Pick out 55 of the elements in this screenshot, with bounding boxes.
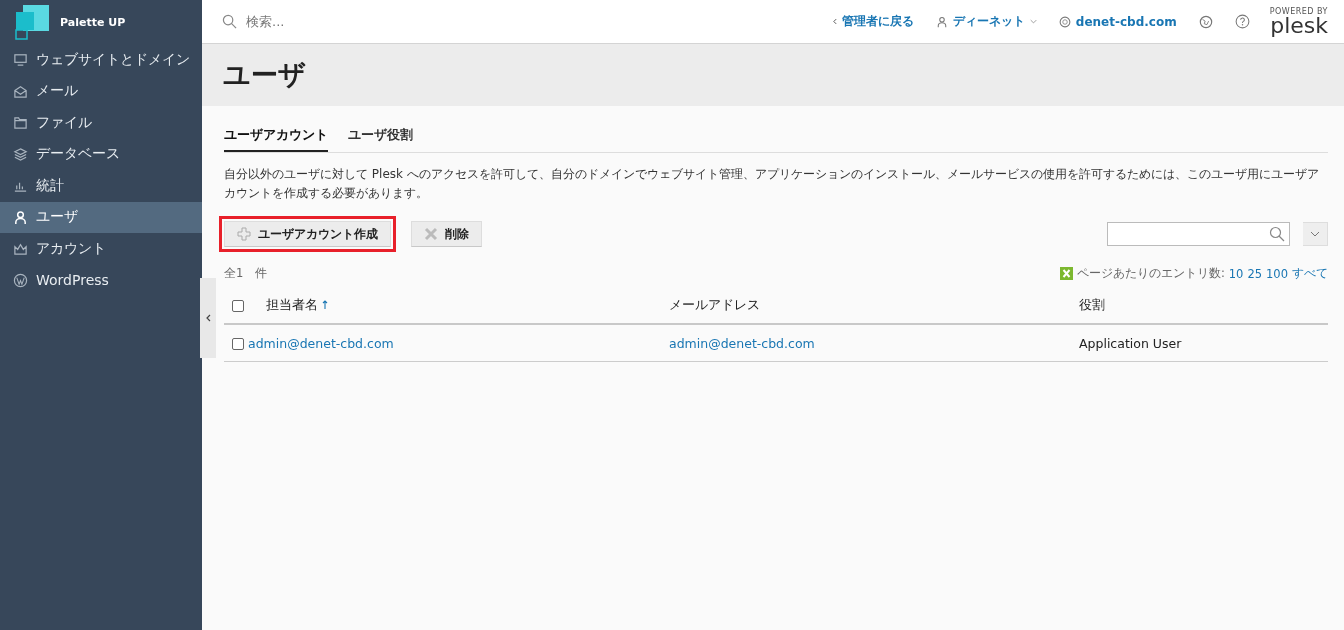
tab[interactable]: ユーザアカウント — [224, 124, 328, 152]
monitor-icon — [13, 52, 28, 68]
search-field[interactable]: 検索... — [244, 13, 448, 30]
search-icon — [222, 14, 237, 29]
page-title: ユーザ — [223, 58, 306, 92]
folder-icon — [13, 115, 28, 131]
table-link[interactable]: admin@denet-cbd.com — [248, 335, 394, 351]
plus-icon — [237, 227, 251, 241]
per-page-label: ページあたりのエントリ数: — [1076, 266, 1225, 281]
tab[interactable]: ユーザ役割 — [348, 124, 413, 152]
column-header[interactable]: 役割 — [1079, 297, 1105, 312]
sidebar-item[interactable]: ユーザ — [0, 201, 202, 233]
logo-icon — [14, 4, 50, 40]
column-header[interactable]: メールアドレス — [669, 297, 760, 312]
row-checkbox[interactable] — [232, 338, 244, 350]
envelope-icon — [13, 83, 28, 99]
sidebar-item[interactable]: アカウント — [0, 233, 202, 265]
column-header[interactable]: 担当者名 — [266, 297, 328, 312]
layers-icon — [13, 146, 28, 162]
excel-icon[interactable] — [1059, 267, 1073, 280]
chevron-left-icon — [832, 18, 837, 25]
page-size-link[interactable]: すべて — [1292, 266, 1328, 281]
table-link[interactable]: admin@denet-cbd.com — [669, 335, 815, 351]
total-count: 全1 件 — [224, 266, 268, 281]
search-icon — [1269, 226, 1285, 242]
description-text: 自分以外のユーザに対して Plesk へのアクセスを許可して、自分のドメインでウェブサイト管理、アプリケーションのインストール、メールサービスの使用を許可するためには、このユーザ用にユーザアカウントを作成する必要があります。 — [224, 166, 1320, 202]
user-icon — [13, 209, 28, 225]
chevron-down-icon — [1029, 19, 1037, 24]
wordpress-icon — [13, 272, 28, 288]
help-icon[interactable] — [1234, 14, 1250, 29]
crown-icon — [13, 241, 28, 257]
sidebar-item[interactable]: メール — [0, 75, 202, 107]
user-menu[interactable]: ディーネット — [935, 13, 1037, 30]
plesk-logo: plesk — [1270, 16, 1328, 36]
sidebar-item[interactable]: WordPress — [0, 264, 202, 296]
list-search-field[interactable] — [1107, 222, 1290, 246]
table-cell: Application User — [1079, 335, 1182, 351]
brand-name: Palette UP — [60, 15, 126, 29]
user-icon — [935, 15, 948, 28]
sidebar-item[interactable]: ファイル — [0, 107, 202, 139]
page-size-link[interactable]: 25 — [1247, 266, 1263, 281]
x-icon — [424, 227, 438, 241]
chevron-left-icon — [205, 314, 211, 322]
delete-button[interactable]: 削除 — [411, 221, 482, 247]
back-link[interactable]: 管理者に戻る — [832, 13, 914, 30]
sidebar-item[interactable]: 統計 — [0, 170, 202, 202]
page-size-link[interactable]: 100 — [1266, 266, 1288, 281]
chevron-down-icon — [1310, 231, 1320, 237]
powered-by-label: POWERED BY — [1269, 7, 1328, 16]
select-all-checkbox[interactable] — [232, 299, 244, 312]
sidebar-item[interactable]: ウェブサイトとドメイン — [0, 44, 202, 76]
page-size-link[interactable]: 10 — [1228, 266, 1244, 281]
create-button[interactable]: ユーザアカウント作成 — [224, 221, 391, 247]
sidebar-item[interactable]: データベース — [0, 138, 202, 170]
domain-link[interactable]: denet-cbd.com — [1058, 14, 1177, 29]
